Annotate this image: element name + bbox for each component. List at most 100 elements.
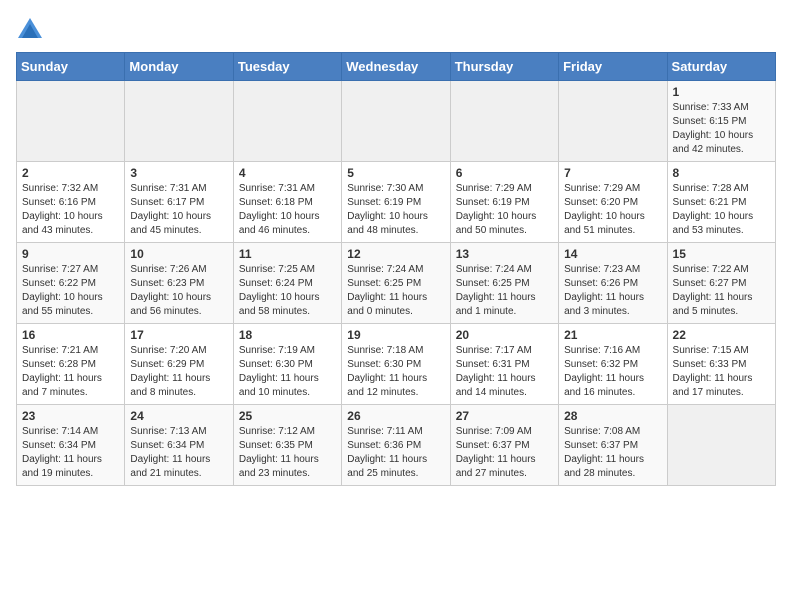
calendar-cell [233, 81, 341, 162]
day-info: Sunrise: 7:29 AM Sunset: 6:20 PM Dayligh… [564, 182, 661, 238]
day-info: Sunrise: 7:31 AM Sunset: 6:18 PM Dayligh… [239, 182, 336, 238]
calendar-cell [342, 81, 450, 162]
day-number: 3 [130, 166, 227, 180]
day-number: 1 [673, 85, 770, 99]
day-number: 7 [564, 166, 661, 180]
day-info: Sunrise: 7:08 AM Sunset: 6:37 PM Dayligh… [564, 425, 661, 481]
calendar-cell: 14 Sunrise: 7:23 AM Sunset: 6:26 PM Dayli… [559, 243, 667, 324]
day-number: 2 [22, 166, 119, 180]
calendar-header-saturday: Saturday [667, 53, 775, 81]
calendar-cell: 13 Sunrise: 7:24 AM Sunset: 6:25 PM Dayli… [450, 243, 558, 324]
calendar-cell: 25 Sunrise: 7:12 AM Sunset: 6:35 PM Dayli… [233, 405, 341, 486]
calendar-cell: 21 Sunrise: 7:16 AM Sunset: 6:32 PM Dayli… [559, 324, 667, 405]
calendar-cell: 27 Sunrise: 7:09 AM Sunset: 6:37 PM Dayli… [450, 405, 558, 486]
day-info: Sunrise: 7:29 AM Sunset: 6:19 PM Dayligh… [456, 182, 553, 238]
calendar-cell: 4 Sunrise: 7:31 AM Sunset: 6:18 PM Daylig… [233, 162, 341, 243]
day-info: Sunrise: 7:14 AM Sunset: 6:34 PM Dayligh… [22, 425, 119, 481]
calendar-cell: 11 Sunrise: 7:25 AM Sunset: 6:24 PM Dayli… [233, 243, 341, 324]
day-number: 8 [673, 166, 770, 180]
day-number: 20 [456, 328, 553, 342]
day-info: Sunrise: 7:32 AM Sunset: 6:16 PM Dayligh… [22, 182, 119, 238]
day-info: Sunrise: 7:12 AM Sunset: 6:35 PM Dayligh… [239, 425, 336, 481]
calendar-cell: 12 Sunrise: 7:24 AM Sunset: 6:25 PM Dayli… [342, 243, 450, 324]
day-number: 13 [456, 247, 553, 261]
calendar-header-thursday: Thursday [450, 53, 558, 81]
day-number: 24 [130, 409, 227, 423]
calendar-cell [17, 81, 125, 162]
day-number: 6 [456, 166, 553, 180]
calendar-week-4: 16 Sunrise: 7:21 AM Sunset: 6:28 PM Dayli… [17, 324, 776, 405]
day-info: Sunrise: 7:15 AM Sunset: 6:33 PM Dayligh… [673, 344, 770, 400]
day-info: Sunrise: 7:21 AM Sunset: 6:28 PM Dayligh… [22, 344, 119, 400]
calendar-cell: 9 Sunrise: 7:27 AM Sunset: 6:22 PM Daylig… [17, 243, 125, 324]
day-number: 14 [564, 247, 661, 261]
logo-icon [16, 16, 44, 44]
calendar-header-sunday: Sunday [17, 53, 125, 81]
calendar-cell: 22 Sunrise: 7:15 AM Sunset: 6:33 PM Dayli… [667, 324, 775, 405]
day-number: 11 [239, 247, 336, 261]
calendar-cell: 18 Sunrise: 7:19 AM Sunset: 6:30 PM Dayli… [233, 324, 341, 405]
day-number: 19 [347, 328, 444, 342]
day-number: 28 [564, 409, 661, 423]
calendar-cell: 16 Sunrise: 7:21 AM Sunset: 6:28 PM Dayli… [17, 324, 125, 405]
day-number: 10 [130, 247, 227, 261]
calendar-cell: 28 Sunrise: 7:08 AM Sunset: 6:37 PM Dayli… [559, 405, 667, 486]
day-info: Sunrise: 7:30 AM Sunset: 6:19 PM Dayligh… [347, 182, 444, 238]
calendar-header-row: SundayMondayTuesdayWednesdayThursdayFrid… [17, 53, 776, 81]
calendar-cell: 15 Sunrise: 7:22 AM Sunset: 6:27 PM Dayli… [667, 243, 775, 324]
day-info: Sunrise: 7:26 AM Sunset: 6:23 PM Dayligh… [130, 263, 227, 319]
day-info: Sunrise: 7:13 AM Sunset: 6:34 PM Dayligh… [130, 425, 227, 481]
calendar-cell: 10 Sunrise: 7:26 AM Sunset: 6:23 PM Dayli… [125, 243, 233, 324]
day-info: Sunrise: 7:25 AM Sunset: 6:24 PM Dayligh… [239, 263, 336, 319]
day-info: Sunrise: 7:24 AM Sunset: 6:25 PM Dayligh… [347, 263, 444, 319]
day-info: Sunrise: 7:19 AM Sunset: 6:30 PM Dayligh… [239, 344, 336, 400]
calendar-header-wednesday: Wednesday [342, 53, 450, 81]
day-number: 16 [22, 328, 119, 342]
calendar-header-tuesday: Tuesday [233, 53, 341, 81]
calendar-cell: 26 Sunrise: 7:11 AM Sunset: 6:36 PM Dayli… [342, 405, 450, 486]
calendar-cell: 7 Sunrise: 7:29 AM Sunset: 6:20 PM Daylig… [559, 162, 667, 243]
day-info: Sunrise: 7:17 AM Sunset: 6:31 PM Dayligh… [456, 344, 553, 400]
day-number: 15 [673, 247, 770, 261]
calendar-cell [559, 81, 667, 162]
day-number: 12 [347, 247, 444, 261]
calendar-cell: 17Sunrise: 7:20 AM Sunset: 6:29 PM Dayli… [125, 324, 233, 405]
day-info: Sunrise: 7:18 AM Sunset: 6:30 PM Dayligh… [347, 344, 444, 400]
day-number: 4 [239, 166, 336, 180]
calendar-cell: 8Sunrise: 7:28 AM Sunset: 6:21 PM Daylig… [667, 162, 775, 243]
day-number: 9 [22, 247, 119, 261]
calendar-week-2: 2 Sunrise: 7:32 AM Sunset: 6:16 PM Daylig… [17, 162, 776, 243]
day-number: 21 [564, 328, 661, 342]
day-info: Sunrise: 7:16 AM Sunset: 6:32 PM Dayligh… [564, 344, 661, 400]
day-info: Sunrise: 7:33 AM Sunset: 6:15 PM Dayligh… [673, 101, 770, 157]
calendar-week-3: 9 Sunrise: 7:27 AM Sunset: 6:22 PM Daylig… [17, 243, 776, 324]
day-number: 26 [347, 409, 444, 423]
day-info: Sunrise: 7:31 AM Sunset: 6:17 PM Dayligh… [130, 182, 227, 238]
day-info: Sunrise: 7:24 AM Sunset: 6:25 PM Dayligh… [456, 263, 553, 319]
calendar-cell: 5 Sunrise: 7:30 AM Sunset: 6:19 PM Daylig… [342, 162, 450, 243]
calendar-cell: 23Sunrise: 7:14 AM Sunset: 6:34 PM Dayli… [17, 405, 125, 486]
day-info: Sunrise: 7:11 AM Sunset: 6:36 PM Dayligh… [347, 425, 444, 481]
calendar-cell: 2 Sunrise: 7:32 AM Sunset: 6:16 PM Daylig… [17, 162, 125, 243]
day-info: Sunrise: 7:09 AM Sunset: 6:37 PM Dayligh… [456, 425, 553, 481]
calendar-week-1: 1 Sunrise: 7:33 AM Sunset: 6:15 PM Daylig… [17, 81, 776, 162]
day-info: Sunrise: 7:22 AM Sunset: 6:27 PM Dayligh… [673, 263, 770, 319]
calendar-cell [450, 81, 558, 162]
day-info: Sunrise: 7:27 AM Sunset: 6:22 PM Dayligh… [22, 263, 119, 319]
calendar-cell: 6 Sunrise: 7:29 AM Sunset: 6:19 PM Daylig… [450, 162, 558, 243]
logo [16, 16, 48, 44]
day-number: 25 [239, 409, 336, 423]
day-info: Sunrise: 7:23 AM Sunset: 6:26 PM Dayligh… [564, 263, 661, 319]
calendar-week-5: 23Sunrise: 7:14 AM Sunset: 6:34 PM Dayli… [17, 405, 776, 486]
calendar: SundayMondayTuesdayWednesdayThursdayFrid… [16, 52, 776, 486]
calendar-header-monday: Monday [125, 53, 233, 81]
day-info: Sunrise: 7:20 AM Sunset: 6:29 PM Dayligh… [130, 344, 227, 400]
calendar-cell: 20 Sunrise: 7:17 AM Sunset: 6:31 PM Dayli… [450, 324, 558, 405]
calendar-cell: 24 Sunrise: 7:13 AM Sunset: 6:34 PM Dayli… [125, 405, 233, 486]
day-number: 18 [239, 328, 336, 342]
day-number: 22 [673, 328, 770, 342]
day-number: 5 [347, 166, 444, 180]
day-number: 27 [456, 409, 553, 423]
calendar-cell [125, 81, 233, 162]
calendar-header-friday: Friday [559, 53, 667, 81]
